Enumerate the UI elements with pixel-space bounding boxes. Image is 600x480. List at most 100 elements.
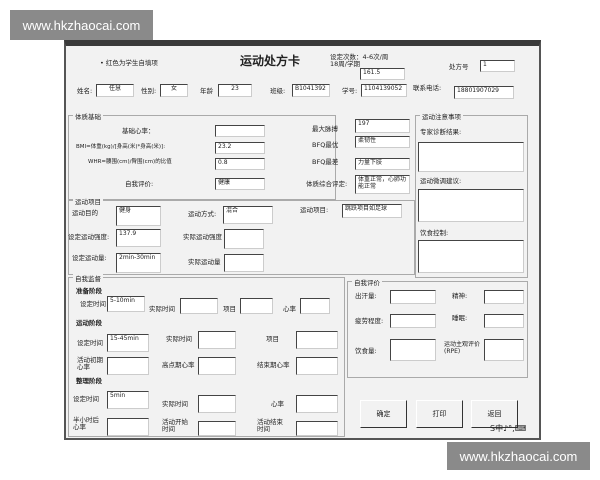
prep-stage: 准备阶段: [76, 287, 102, 295]
self-eval-field[interactable]: 健康: [215, 178, 265, 190]
actual-intensity-label: 实际运动强度: [183, 233, 222, 241]
early-hr-field[interactable]: [107, 357, 149, 375]
rx-field[interactable]: 1: [480, 60, 515, 72]
prep-set-time-label: 设定时间: [80, 300, 106, 308]
phone-field[interactable]: 18801907029: [454, 86, 514, 99]
cool-actual-time-label: 实际时间: [162, 400, 188, 408]
bfq-best-field[interactable]: 柔韧性: [355, 136, 410, 148]
ex-actual-time-field[interactable]: [198, 331, 236, 349]
bmi-field[interactable]: 23.2: [215, 142, 265, 154]
rx-label: 处方号: [449, 63, 469, 71]
note: • 红色为学生自填项: [100, 59, 158, 67]
exercise-stage: 运动阶段: [76, 319, 102, 327]
actual-volume-field[interactable]: [224, 254, 264, 272]
watermark-bottom: www.hkzhaocai.com: [447, 442, 590, 470]
mode-field[interactable]: 混合: [223, 206, 273, 224]
prep-actual-time-field[interactable]: [180, 298, 218, 314]
item-field[interactable]: 跳跃项目如足球: [342, 204, 402, 218]
ex-item-field[interactable]: [296, 331, 338, 349]
bfq-worst-label: BFQ最差: [312, 158, 339, 166]
start-time-label: 活动开始时间: [162, 418, 188, 434]
page-title: 运动处方卡: [240, 54, 301, 68]
ex-item-label: 项目: [266, 335, 279, 343]
bfq-best-label: BFQ最优: [312, 141, 339, 149]
prep-set-time-field[interactable]: 5-10min: [107, 296, 145, 312]
sleep-field[interactable]: [484, 314, 524, 328]
goal-field[interactable]: 健身: [116, 206, 161, 226]
rpe-label: 运动主观评价(RPE): [444, 341, 481, 355]
class-label: 班级:: [270, 87, 286, 95]
weeks-label: 18周/学期: [330, 60, 360, 68]
ime-tray-icons[interactable]: S中♪°,⌨: [490, 424, 526, 434]
cooldown-stage: 整理阶段: [76, 377, 102, 385]
max-pulse-field[interactable]: 197: [355, 119, 410, 133]
appetite-field[interactable]: [390, 339, 436, 361]
diet-field[interactable]: [418, 240, 524, 273]
spirit-field[interactable]: [484, 290, 524, 304]
set-volume-field[interactable]: 2min-30min: [116, 253, 161, 273]
freq-field[interactable]: 161.5: [360, 68, 405, 80]
id-field[interactable]: 1104139052: [361, 84, 407, 97]
actual-volume-label: 实际运动量: [188, 258, 221, 266]
end-hr-label: 结束期心率: [257, 361, 290, 369]
set-intensity-field[interactable]: 137.9: [116, 229, 161, 247]
half-hour-hr-field[interactable]: [107, 418, 149, 436]
group-title: 运动注意事项: [420, 111, 463, 121]
peak-hr-label: 高点期心率: [162, 361, 195, 369]
sweat-label: 出汗量:: [355, 292, 377, 300]
whr-label: WHR=腰围(cm)/臀围(cm)的比值: [88, 159, 172, 165]
cool-hr-field[interactable]: [296, 395, 338, 413]
hr-label: 基础心率：: [122, 127, 155, 135]
gender-label: 性别:: [141, 87, 157, 95]
ex-actual-time-label: 实际时间: [166, 335, 192, 343]
diagnosis-field[interactable]: [418, 142, 524, 172]
gender-field[interactable]: 女: [160, 84, 188, 97]
bmi-label: BMI=体重(kg)/[身高(米)*身高(米)]:: [76, 144, 166, 150]
ok-button[interactable]: 确定: [360, 400, 407, 428]
start-time-field[interactable]: [198, 421, 236, 436]
name-label: 姓名:: [77, 87, 93, 95]
set-intensity-label: 设定运动强度:: [68, 233, 110, 241]
age-field[interactable]: 23: [218, 84, 252, 97]
item-label: 运动项目:: [300, 206, 329, 214]
prep-hr-label: 心率: [283, 305, 296, 313]
name-field[interactable]: 任慧: [96, 84, 134, 97]
age-label: 年龄: [200, 87, 213, 95]
peak-hr-field[interactable]: [198, 357, 236, 375]
half-hour-hr-label: 半小时后心率: [73, 416, 99, 432]
diagnosis-label: 专家诊断结果:: [420, 128, 462, 136]
hr-field[interactable]: [215, 125, 265, 137]
group-title: 自我评价: [352, 277, 382, 287]
phone-label: 联系电话:: [413, 84, 442, 92]
cool-set-time-label: 设定时间: [73, 395, 99, 403]
goal-label: 运动目的: [72, 209, 98, 217]
actual-intensity-field[interactable]: [224, 229, 264, 249]
overall-field[interactable]: 体重正常，心肺功能正常: [355, 175, 410, 194]
sleep-label: 睡眠:: [452, 314, 468, 322]
early-hr-label: 活动初期心率: [77, 356, 103, 372]
bfq-worst-field[interactable]: 力量下肢: [355, 158, 410, 170]
cool-hr-label: 心率: [271, 400, 284, 408]
appetite-label: 饮食量:: [355, 347, 377, 355]
prep-hr-field[interactable]: [300, 298, 330, 314]
cool-actual-time-field[interactable]: [198, 395, 236, 413]
whr-field[interactable]: 0.8: [215, 158, 265, 170]
mode-label: 运动方式:: [188, 210, 217, 218]
fatigue-label: 疲劳程度:: [355, 317, 384, 325]
ex-set-time-field[interactable]: 15-45min: [107, 334, 149, 352]
fatigue-field[interactable]: [390, 314, 436, 328]
prep-item-field[interactable]: [240, 298, 273, 314]
adjust-field[interactable]: [418, 189, 524, 222]
cool-set-time-field[interactable]: 5min: [107, 391, 149, 409]
ex-set-time-label: 设定时间: [77, 339, 103, 347]
group-title: 体质基础: [73, 111, 103, 121]
end-time-field[interactable]: [296, 421, 338, 436]
group-title: 运动项目: [73, 196, 103, 206]
end-time-label: 活动结束时间: [257, 418, 283, 434]
sweat-field[interactable]: [390, 290, 436, 304]
end-hr-field[interactable]: [296, 357, 338, 375]
watermark: www.hkzhaocai.com: [10, 10, 153, 40]
print-button[interactable]: 打印: [416, 400, 463, 428]
rpe-field[interactable]: [484, 339, 524, 361]
class-field[interactable]: B1041392: [292, 84, 330, 97]
